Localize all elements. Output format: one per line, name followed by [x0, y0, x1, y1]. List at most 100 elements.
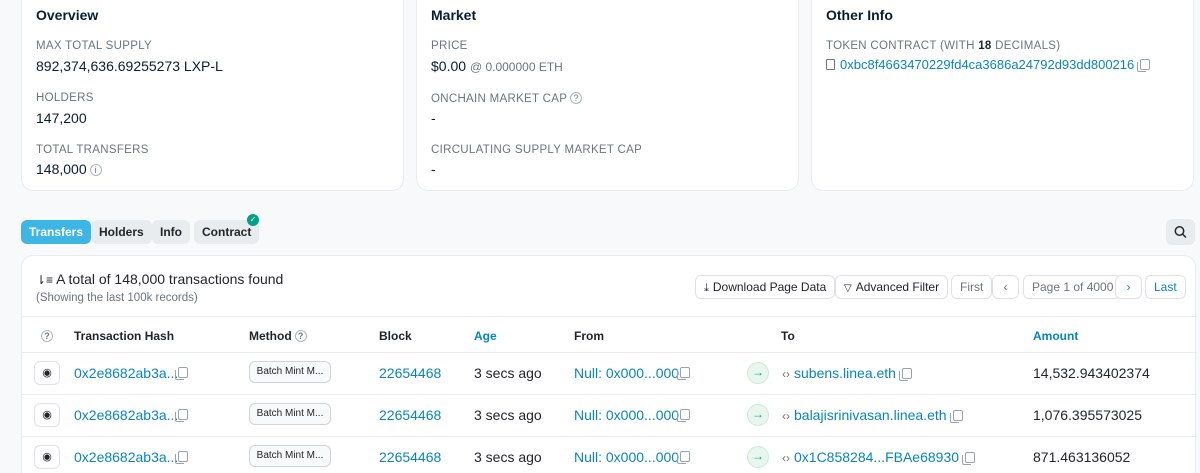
filter-icon: ▽: [844, 283, 852, 294]
to-link[interactable]: subens.linea.eth: [794, 365, 896, 381]
advanced-filter-button[interactable]: ▽ Advanced Filter: [835, 275, 949, 299]
copy-icon[interactable]: [175, 367, 188, 380]
page-indicator: Page 1 of 4000: [1023, 275, 1123, 299]
price-label: PRICE: [431, 40, 468, 52]
transfers-value: 148,000: [36, 161, 87, 177]
col-age[interactable]: Age: [474, 329, 497, 343]
contract-icon: ‹›: [782, 451, 790, 465]
circ-cap-label: CIRCULATING SUPPLY MARKET CAP: [431, 144, 643, 156]
onchain-cap-value: -: [431, 110, 436, 126]
arrow-right-icon: →: [747, 404, 769, 426]
to-link[interactable]: balajisrinivasan.linea.eth: [794, 407, 947, 423]
copy-icon[interactable]: [962, 452, 976, 465]
block-link[interactable]: 22654468: [379, 449, 441, 465]
col-method: Method?: [249, 329, 307, 343]
market-title: Market: [431, 7, 477, 23]
col-amount[interactable]: Amount: [1033, 329, 1078, 343]
copy-icon[interactable]: [949, 410, 963, 423]
holders-label: HOLDERS: [36, 92, 94, 104]
contract-icon: ‹›: [782, 409, 790, 423]
copy-icon[interactable]: [175, 409, 188, 422]
col-to: To: [781, 329, 795, 343]
other-info-card: Other Info TOKEN CONTRACT (WITH 18 DECIM…: [811, 0, 1194, 191]
contract-row: 0xbc8f4663470229fd4ca3686a24792d93dd8002…: [826, 57, 1151, 72]
download-page-data-button[interactable]: ⤓ Download Page Data: [695, 275, 836, 299]
col-method-label: Method: [249, 329, 292, 343]
download-icon: ⤓: [704, 282, 709, 294]
overview-title: Overview: [36, 7, 99, 23]
next-page-button[interactable]: ›: [1115, 275, 1142, 299]
contract-decimals: 18: [978, 40, 992, 52]
contract-label-post: DECIMALS): [991, 40, 1061, 52]
copy-icon[interactable]: [1137, 59, 1151, 72]
contract-icon: ‹›: [782, 367, 790, 381]
search-button[interactable]: [1166, 219, 1195, 245]
table-row: ◉ 0x2e8682ab3a... Batch Mint M... 226544…: [22, 353, 1197, 394]
price-eth: @ 0.000000 ETH: [469, 60, 563, 74]
transfers-value-wrap: 148,000 i: [36, 161, 102, 177]
eye-icon[interactable]: ◉: [34, 445, 60, 469]
eye-icon[interactable]: ◉: [34, 403, 60, 427]
price-row: $0.00 @ 0.000000 ETH: [431, 58, 563, 74]
max-supply-label: MAX TOTAL SUPPLY: [36, 40, 153, 52]
to-cell: ‹› 0x1C858284...FBAe68930: [782, 449, 976, 465]
method-help-icon[interactable]: ?: [294, 330, 307, 342]
tab-info[interactable]: Info: [152, 220, 190, 244]
block-link[interactable]: 22654468: [379, 407, 441, 423]
tx-hash-link[interactable]: 0x2e8682ab3a...: [74, 365, 178, 381]
to-cell: ‹› balajisrinivasan.linea.eth: [782, 407, 963, 423]
summary-row: ⇂≡ A total of 148,000 transactions found: [36, 271, 283, 287]
other-info-title: Other Info: [826, 7, 893, 23]
copy-icon[interactable]: [677, 367, 690, 380]
question-icon[interactable]: ?: [570, 92, 583, 104]
summary-subtext: (Showing the last 100k records): [36, 292, 198, 304]
tx-hash-link[interactable]: 0x2e8682ab3a...: [74, 449, 178, 465]
table-row: ◉ 0x2e8682ab3a... Batch Mint M... 226544…: [22, 395, 1197, 436]
table-row: ◉ 0x2e8682ab3a... Batch Mint M... 226544…: [22, 437, 1197, 473]
price-value: $0.00: [431, 58, 467, 74]
copy-icon[interactable]: [677, 451, 690, 464]
last-page-button[interactable]: Last: [1145, 275, 1186, 299]
download-label: Download Page Data: [712, 280, 827, 294]
verified-check-icon: ✓: [247, 214, 259, 226]
col-from: From: [574, 329, 604, 343]
prev-page-button[interactable]: ‹: [992, 275, 1019, 299]
amount-text: 1,076.395573025: [1033, 407, 1142, 423]
copy-icon[interactable]: [898, 368, 912, 381]
col-info-icon[interactable]: ?: [41, 329, 53, 343]
overview-card: Overview MAX TOTAL SUPPLY 892,374,636.69…: [21, 0, 404, 191]
tab-holders[interactable]: Holders: [91, 220, 152, 244]
amount-text: 14,532.943402374: [1033, 365, 1150, 381]
first-page-button[interactable]: First: [951, 275, 993, 299]
age-text: 3 secs ago: [474, 365, 542, 381]
filter-label: Advanced Filter: [855, 280, 940, 294]
tab-transfers[interactable]: Transfers: [21, 220, 92, 244]
onchain-cap-label: ONCHAIN MARKET CAP: [431, 93, 568, 105]
search-icon: [1174, 226, 1187, 238]
summary-text: A total of 148,000 transactions found: [56, 271, 284, 287]
copy-icon[interactable]: [677, 409, 690, 422]
contract-address-link[interactable]: 0xbc8f4663470229fd4ca3686a24792d93dd8002…: [840, 57, 1134, 72]
info-icon[interactable]: i: [89, 164, 102, 176]
col-transaction-hash: Transaction Hash: [74, 329, 175, 343]
from-link[interactable]: Null: 0x000...000: [574, 407, 679, 423]
from-link[interactable]: Null: 0x000...000: [574, 365, 679, 381]
col-block: Block: [379, 329, 412, 343]
copy-icon[interactable]: [175, 451, 188, 464]
from-link[interactable]: Null: 0x000...000: [574, 449, 679, 465]
divider: [22, 316, 1197, 317]
arrow-right-icon: →: [747, 362, 769, 384]
method-badge: Batch Mint M...: [249, 361, 331, 383]
circ-cap-value: -: [431, 161, 436, 177]
holders-value: 147,200: [36, 110, 87, 126]
chevron-left-icon: ‹: [1003, 280, 1008, 294]
age-text: 3 secs ago: [474, 449, 542, 465]
amount-text: 871.463136052: [1033, 449, 1131, 465]
block-link[interactable]: 22654468: [379, 365, 441, 381]
to-link[interactable]: 0x1C858284...FBAe68930: [794, 449, 959, 465]
file-icon: [826, 59, 835, 70]
to-cell: ‹› subens.linea.eth: [782, 365, 912, 381]
onchain-cap-label-wrap: ONCHAIN MARKET CAP?: [431, 92, 583, 105]
tx-hash-link[interactable]: 0x2e8682ab3a...: [74, 407, 178, 423]
eye-icon[interactable]: ◉: [34, 361, 60, 385]
